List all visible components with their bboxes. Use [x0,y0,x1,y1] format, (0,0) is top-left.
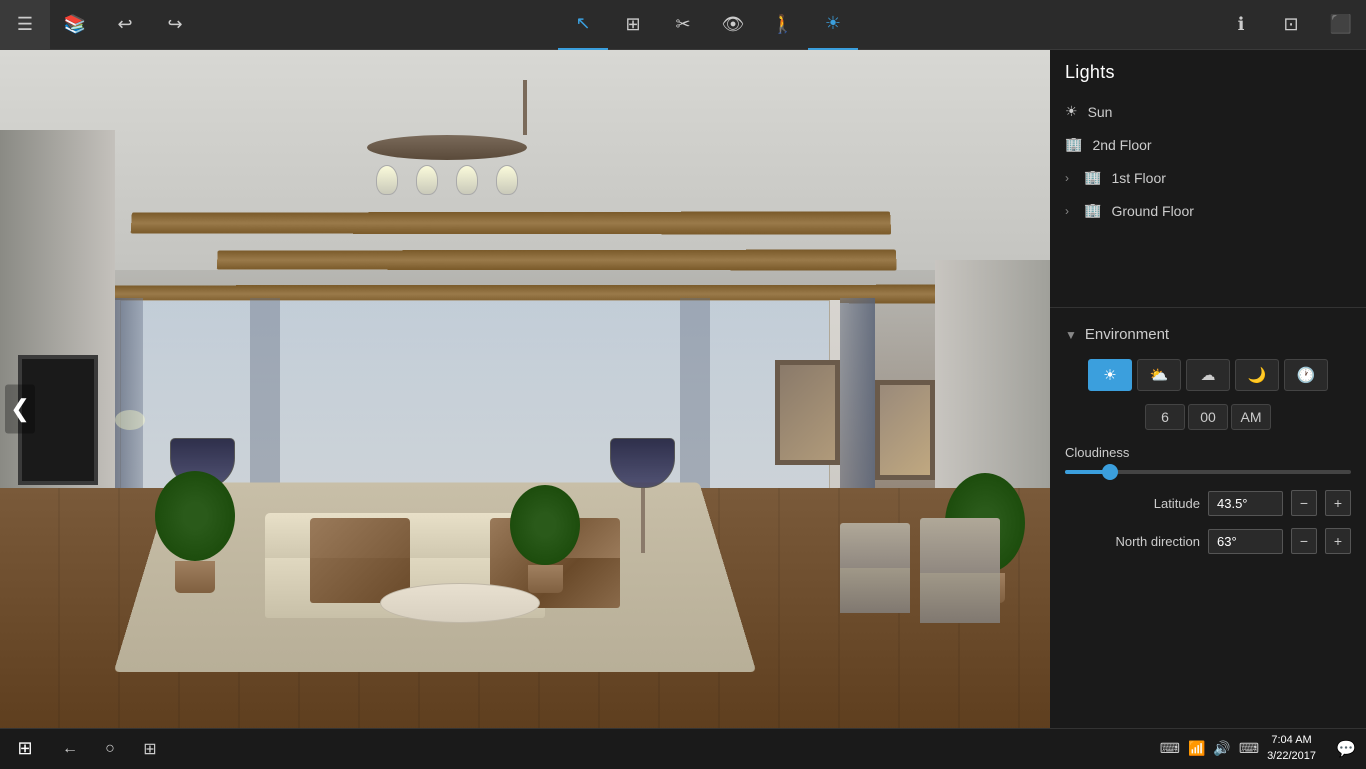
library-button[interactable]: 📚 [50,0,100,50]
taskbar-system-tray: ⌨ 📶 🔊 ⌨ 7:04 AM 3/22/2017 [1150,733,1326,764]
cloudiness-slider-track[interactable] [1065,470,1351,474]
view-button[interactable]: 👁 [708,0,758,50]
time-display: 6 00 AM [1050,399,1366,435]
input-icon[interactable]: ⌨ [1239,740,1259,757]
sun-light-label: Sun [1088,104,1113,120]
time-ampm[interactable]: AM [1231,404,1271,430]
1st-floor-icon: 🏢 [1084,169,1101,186]
multitask-button[interactable]: ⊞ [130,729,170,769]
cloudiness-label: Cloudiness [1050,435,1366,465]
start-button[interactable]: ⊞ [0,729,50,769]
window2d-button[interactable]: ⊡ [1266,0,1316,50]
cloudiness-slider-thumb[interactable] [1102,464,1118,480]
nav-arrow-left[interactable]: ❮ [5,385,35,434]
panel-content: Lights ☀ Sun 🏢 2nd Floor › 🏢 1st Floor ›… [1050,50,1366,768]
light-item-1st-floor[interactable]: › 🏢 1st Floor [1050,161,1366,194]
latitude-increment-button[interactable]: + [1325,490,1351,516]
north-direction-label: North direction [1065,534,1200,549]
north-direction-decrement-button[interactable]: − [1291,528,1317,554]
2nd-floor-label: 2nd Floor [1092,137,1151,153]
perspective-button[interactable]: ⬛ [1316,0,1366,50]
room-scene: ❮ [0,50,1050,768]
north-direction-row: North direction − + [1050,522,1366,560]
north-direction-increment-button[interactable]: + [1325,528,1351,554]
chandelier [445,80,605,195]
cloudiness-slider-container [1050,465,1366,484]
arrange-button[interactable]: ⊞ [608,0,658,50]
info-button[interactable]: ℹ [1216,0,1266,50]
time-btn-clear[interactable]: ☀ [1088,359,1132,391]
time-btn-clock[interactable]: 🕐 [1284,359,1328,391]
sun-light-icon: ☀ [1065,103,1078,120]
clock-time: 7:04 AM [1267,733,1316,748]
notification-button[interactable]: 💬 [1326,729,1366,769]
menu-button[interactable]: ☰ [0,0,50,50]
redo-button[interactable]: ↪ [150,0,200,50]
ground-floor-icon: 🏢 [1084,202,1101,219]
viewport[interactable]: ❮ [0,50,1050,768]
network-icon[interactable]: 📶 [1188,740,1205,757]
painting-2 [875,380,935,480]
time-btn-night[interactable]: 🌙 [1235,359,1279,391]
walk-button[interactable]: 🚶 [758,0,808,50]
light-button[interactable]: ☀ [808,0,858,50]
painting-1 [775,360,840,465]
environment-label: Environment [1085,326,1169,343]
light-item-sun[interactable]: ☀ Sun [1050,95,1366,128]
time-btn-cloudy[interactable]: ☁ [1186,359,1230,391]
light-item-2nd-floor[interactable]: 🏢 2nd Floor [1050,128,1366,161]
plant-2 [510,485,580,593]
time-hour[interactable]: 6 [1145,404,1185,430]
latitude-row: Latitude − + [1050,484,1366,522]
environment-title[interactable]: ▼ Environment [1050,318,1366,351]
latitude-input[interactable] [1208,491,1283,516]
dining-chair-2 [920,518,1000,623]
latitude-label: Latitude [1065,496,1200,511]
taskbar: ⊞ ← ○ ⊞ ⌨ 📶 🔊 ⌨ 7:04 AM 3/22/2017 💬 [0,728,1366,768]
latitude-decrement-button[interactable]: − [1291,490,1317,516]
clock-date: 3/22/2017 [1267,749,1316,764]
select-button[interactable]: ↖ [558,0,608,50]
2nd-floor-icon: 🏢 [1065,136,1082,153]
volume-icon[interactable]: 🔊 [1213,740,1230,757]
time-preset-buttons: ☀ ⛅ ☁ 🌙 🕐 [1050,351,1366,399]
environment-collapse-icon: ▼ [1065,328,1077,342]
plant-1 [155,471,235,593]
time-minute[interactable]: 00 [1188,404,1228,430]
lights-section-title: Lights [1050,50,1366,95]
1st-floor-label: 1st Floor [1111,170,1165,186]
floor-lamp-right [610,438,675,553]
light-item-ground-floor[interactable]: › 🏢 Ground Floor [1050,194,1366,227]
keyboard-icon[interactable]: ⌨ [1160,740,1180,757]
ground-floor-expand-icon: › [1065,204,1069,218]
1st-floor-expand-icon: › [1065,171,1069,185]
undo-button[interactable]: ↩ [100,0,150,50]
ground-floor-label: Ground Floor [1111,203,1193,219]
measure-button[interactable]: ✂ [658,0,708,50]
system-clock[interactable]: 7:04 AM 3/22/2017 [1267,733,1316,764]
back-button[interactable]: ← [50,729,90,769]
top-toolbar: ☰ 📚 ↩ ↪ ↖ ⊞ ✂ 👁 🚶 ☀ ℹ ⊡ ⬛ [0,0,1366,50]
right-panel: 🔨 🪑 🖌 📷 ☀ 🏠 Lights ☀ Sun 🏢 2nd Floor › 🏢… [1050,0,1366,768]
environment-section: ▼ Environment ☀ ⛅ ☁ 🌙 🕐 6 00 AM Cloudine… [1050,307,1366,560]
dining-chair-1 [840,523,910,613]
north-direction-input[interactable] [1208,529,1283,554]
wall-lamp [115,410,145,430]
home-button[interactable]: ○ [90,729,130,769]
time-btn-partly-cloudy[interactable]: ⛅ [1137,359,1181,391]
